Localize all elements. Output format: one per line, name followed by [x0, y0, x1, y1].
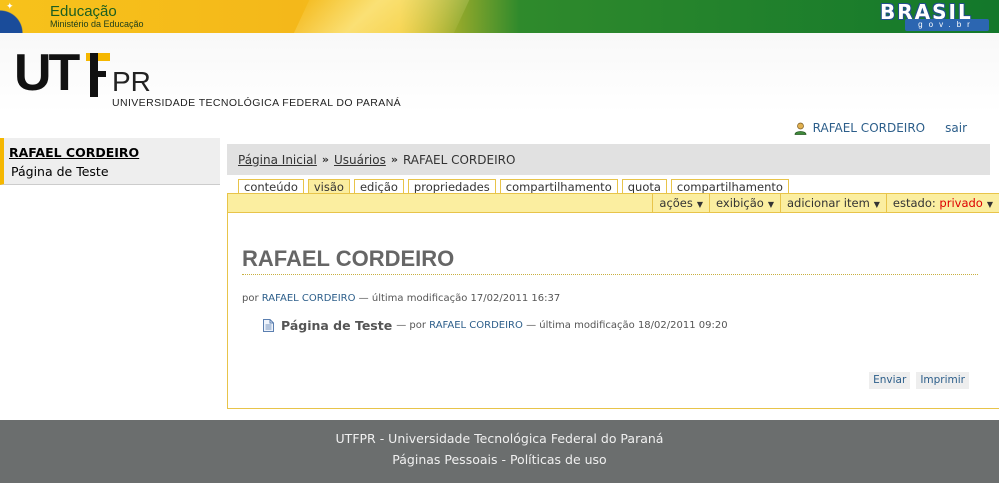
utfpr-logo-pr[interactable]: PR — [112, 68, 151, 96]
send-button[interactable]: Enviar — [869, 372, 911, 389]
display-menu[interactable]: exibição ▼ — [709, 194, 780, 212]
chevron-down-icon: ▼ — [986, 200, 993, 209]
document-actions: Enviar Imprimir — [869, 372, 969, 389]
tab-visao[interactable]: visão — [307, 179, 350, 194]
gov-ministerio-label[interactable]: Ministério da Educação — [50, 19, 144, 29]
footer-links[interactable]: Páginas Pessoais - Políticas de uso — [0, 452, 999, 467]
site-header: UT PR UNIVERSIDADE TECNOLÓGICA FEDERAL D… — [0, 33, 999, 113]
state-menu[interactable]: estado: privado ▼ — [885, 194, 999, 212]
govbr-label[interactable]: gov.br — [905, 19, 989, 31]
tab-propriedades[interactable]: propriedades — [407, 179, 496, 194]
actions-menu[interactable]: ações ▼ — [652, 194, 709, 212]
site-footer: UTFPR - Universidade Tecnológica Federal… — [0, 420, 999, 483]
chevron-down-icon: ▼ — [873, 200, 880, 209]
tab-conteudo[interactable]: conteúdo — [238, 179, 304, 194]
tab-edicao[interactable]: edição — [353, 179, 404, 194]
utfpr-logo-subtitle: UNIVERSIDADE TECNOLÓGICA FEDERAL DO PARA… — [112, 97, 402, 109]
print-button[interactable]: Imprimir — [916, 372, 969, 389]
breadcrumb-users[interactable]: Usuários — [334, 153, 386, 167]
state-value: privado — [939, 196, 983, 210]
page-title: RAFAEL CORDEIRO — [242, 246, 455, 271]
content-tabs: conteúdo visão edição propriedades compa… — [238, 179, 789, 194]
utfpr-logo-ut[interactable]: UT — [14, 47, 80, 99]
nav-item-rafael-cordeiro[interactable]: RAFAEL CORDEIRO — [9, 145, 139, 160]
byline-modified: — última modificação 17/02/2011 16:37 — [358, 293, 561, 304]
tab-quota[interactable]: quota — [621, 179, 667, 194]
document-byline: por RAFAEL CORDEIRO — última modificação… — [242, 293, 561, 304]
breadcrumb: Página Inicial » Usuários » RAFAEL CORDE… — [227, 144, 990, 175]
content-action-bar: ações ▼ exibição ▼ adicionar item ▼ estado:… — [227, 193, 999, 213]
logout-link[interactable]: sair — [945, 121, 967, 135]
star-icon: ✦ — [6, 2, 14, 12]
list-item: Página de Teste — por RAFAEL CORDEIRO — … — [263, 318, 728, 333]
gov-educacao-link[interactable]: Educação — [50, 3, 117, 20]
breadcrumb-home[interactable]: Página Inicial — [238, 153, 317, 167]
nav-item-pagina-de-teste[interactable]: Página de Teste — [11, 164, 109, 179]
tab-compartilhamento[interactable]: compartilhamento — [499, 179, 618, 194]
chevron-down-icon: ▼ — [767, 200, 774, 209]
tab-compartilhamento-2[interactable]: compartilhamento — [670, 179, 789, 194]
byline-author-link[interactable]: RAFAEL CORDEIRO — [262, 293, 356, 304]
breadcrumb-current: RAFAEL CORDEIRO — [402, 152, 516, 167]
utfpr-logo-f-icon[interactable] — [86, 53, 110, 97]
document-icon — [263, 319, 274, 332]
item-author-link[interactable]: RAFAEL CORDEIRO — [429, 320, 523, 331]
chevron-down-icon: ▼ — [696, 200, 704, 209]
breadcrumb-separator: » — [321, 153, 329, 166]
left-navigation: RAFAEL CORDEIRO Página de Teste — [0, 138, 220, 185]
item-title-link[interactable]: Página de Teste — [281, 318, 392, 333]
user-actions: RAFAEL CORDEIRO sair — [794, 121, 967, 135]
user-name-link[interactable]: RAFAEL CORDEIRO — [813, 121, 925, 135]
footer-institution: UTFPR - Universidade Tecnológica Federal… — [335, 431, 664, 446]
government-bar: ✦ Educação Ministério da Educação BRASIL… — [0, 0, 999, 33]
user-icon — [794, 122, 807, 135]
item-modified: — última modificação 18/02/2011 09:20 — [526, 320, 728, 331]
gov-bar-decoration — [281, 0, 479, 33]
add-item-menu[interactable]: adicionar item ▼ — [779, 194, 886, 212]
breadcrumb-separator: » — [390, 153, 398, 166]
title-divider — [242, 274, 978, 275]
content-area: RAFAEL CORDEIRO por RAFAEL CORDEIRO — úl… — [227, 213, 999, 409]
